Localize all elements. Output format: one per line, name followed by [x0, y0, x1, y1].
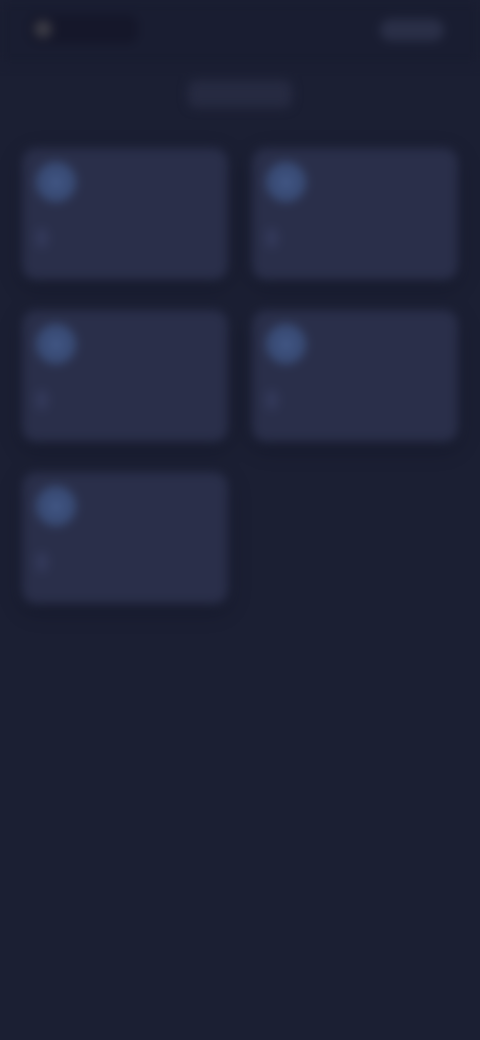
page-title: [188, 80, 292, 108]
grid-card-3[interactable]: ●: [22, 310, 228, 442]
card-4-label: [266, 390, 278, 410]
grid-card-2[interactable]: ●: [252, 148, 458, 280]
card-4-icon: ●: [266, 324, 306, 364]
app-screen: ● ● ● ● ●: [0, 0, 480, 1040]
grid-card-5[interactable]: ●: [22, 472, 228, 604]
circle-icon: ●: [280, 333, 292, 354]
card-5-icon: ●: [36, 486, 76, 526]
card-2-label: [266, 228, 278, 248]
circle-icon: ●: [50, 333, 62, 354]
card-5-label: [36, 552, 48, 572]
circle-icon: ●: [280, 171, 292, 192]
grid-card-4[interactable]: ●: [252, 310, 458, 442]
card-3-icon: ●: [36, 324, 76, 364]
logo-icon: [34, 20, 52, 38]
circle-icon: ●: [50, 171, 62, 192]
circle-icon: ●: [50, 495, 62, 516]
top-bar: [0, 0, 480, 64]
grid-card-1[interactable]: ●: [22, 148, 228, 280]
card-2-icon: ●: [266, 162, 306, 202]
card-3-label: [36, 390, 48, 410]
card-grid: ● ● ● ● ●: [22, 148, 458, 604]
brand-logo[interactable]: [28, 14, 138, 44]
card-1-label: [36, 228, 48, 248]
header-action-button[interactable]: [380, 19, 444, 41]
card-1-icon: ●: [36, 162, 76, 202]
